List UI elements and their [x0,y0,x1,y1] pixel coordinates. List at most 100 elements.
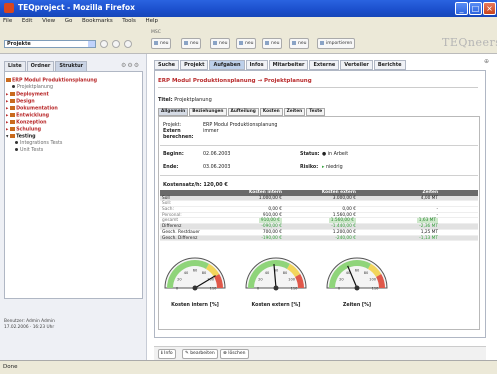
gauge-hub [354,285,360,291]
user-icon [265,40,269,45]
gauge-tick-label: 110 [210,287,218,291]
status-bar: Done [0,360,497,374]
new-button-2[interactable]: neu [181,38,202,49]
gauge-tick-label: 80 [202,271,207,275]
field-ende-value: 03.06.2003 [203,165,231,170]
field-beginn-label: Beginn: [163,152,184,157]
gauge-tick-label: 20 [339,278,344,282]
folder-icon [10,98,16,103]
tab-beziehungen[interactable]: Beziehungen [189,108,227,116]
tab-suche[interactable]: Suche [154,60,180,70]
window-title: TEQproject - Mozilla Firefox [18,3,135,12]
field-extern-value: immer [203,129,219,134]
folder-icon [10,120,16,125]
folder-icon [10,105,16,110]
tab-zeiten[interactable]: Zeiten [283,108,306,116]
plus-icon [239,40,243,45]
sidebar-tab-struktur[interactable]: Struktur [55,61,88,71]
menu-bookmarks[interactable]: Bookmarks [82,17,113,26]
tab-projekt[interactable]: Projekt [180,60,209,70]
minimize-button[interactable]: _ [455,2,468,15]
back-icon[interactable] [100,40,108,48]
tab-verteiler[interactable]: Verteiler [340,60,373,70]
tree-item-deployment[interactable]: ▸ Deployment [6,91,97,99]
gauge-tick-label: 100 [288,278,296,282]
divider [160,175,478,176]
tree-item-konzeption[interactable]: ▸ Konzeption [6,120,97,127]
new-button-1[interactable]: neu [151,38,172,49]
field-risiko-label: Risiko: [300,165,319,170]
calendar-icon [154,40,158,45]
tab-kosten[interactable]: Kosten [259,108,283,116]
tree-item-unit-tests[interactable]: Unit Tests [6,147,97,155]
gauge-dial: 020406080100110 [164,257,226,291]
new-button-4[interactable]: neu [236,38,257,49]
tab-texte[interactable]: Texte [306,108,326,116]
tree-item-entwicklung[interactable]: ▸ Entwicklung [6,112,97,120]
edit-button[interactable]: ✎ bearbeiten [182,349,218,359]
field-extern-label: Extern berechnen: [163,129,194,140]
tab-berichte[interactable]: Berichte [373,60,406,70]
divider [158,87,478,88]
gauge-hub [273,285,279,291]
folder-icon [10,112,16,117]
sidebar-settings-icons[interactable]: ⚙⚙⚙ [121,62,140,69]
new-button-5[interactable]: neu [262,38,283,49]
sidebar: Liste Ordner Struktur ⚙⚙⚙ ERP Modul Produk… [0,54,147,360]
task-title: Titel: Projektplanung [158,97,212,103]
kostensatz-header: Kostensatz/h: 120,00 € [163,182,228,188]
bullet-icon [15,141,18,145]
import-icon [320,40,324,45]
info-button[interactable]: ℹ Info [158,349,176,359]
import-button[interactable]: importieren [317,38,356,49]
tab-externe[interactable]: Externe [309,60,340,70]
menu-file[interactable]: File [3,17,12,26]
gauge-dial: 020406080100110 [326,257,388,291]
tree-item-schulung[interactable]: ▸ Schulung [6,127,97,134]
table-row: Gesch. Differenz -190,00 € -240,00 € -1,… [160,235,478,242]
gauge-kosten-extern: 0 20 40 60 80 100 110 Kosten extern [%] [241,244,311,308]
forward-icon[interactable] [112,40,120,48]
close-button[interactable]: × [483,2,496,15]
gauge-row: 0 20 40 60 80 100 110 Kosten intern [%] 0 20 40 6… [160,244,398,310]
tab-aufgaben[interactable]: Aufgaben [209,60,245,70]
tab-mitarbeiter[interactable]: Mitarbeiter [268,60,309,70]
document-icon [184,40,188,45]
delete-button[interactable]: ⊗ löschen [220,349,249,359]
tree-item-design[interactable]: ▸ Design [6,98,97,106]
menu-go[interactable]: Go [65,17,73,26]
menu-help[interactable]: Help [145,17,158,26]
firefox-icon [4,3,14,13]
sidebar-tab-ordner[interactable]: Ordner [26,61,55,71]
sidebar-tab-liste[interactable]: Liste [4,61,26,71]
menu-bar: File Edit View Go Bookmarks Tools Help [0,17,497,26]
tree-item-integration-tests[interactable]: Integrations Tests [6,141,97,148]
chevron-down-icon [88,41,95,47]
brand-logo: TEQneers [442,36,497,49]
field-projekt-value: ERP Modul Produktionsplanung [203,123,278,128]
menu-tools[interactable]: Tools [122,17,136,26]
new-button-6[interactable]: neu [289,38,310,49]
sidebar-tabs: Liste Ordner Struktur [4,61,88,71]
tab-infos[interactable]: Infos [245,60,268,70]
menu-edit[interactable]: Edit [22,17,33,26]
tree-item-projektplanung[interactable]: Projektplanung [6,85,97,92]
group-icon [292,40,296,45]
bullet-icon [12,85,15,89]
field-beginn-value: 02.06.2003 [203,152,231,157]
gauge-zeiten: 0 20 40 60 80 100 110 Zeiten [%] [322,244,392,308]
scroll-up-icon[interactable]: ⊕ [484,58,492,65]
session-info: Benutzer: Admin Admin 17.02.2006 · 16:23… [4,319,55,330]
maximize-button[interactable]: □ [469,2,482,15]
breadcrumb: ERP Modul Produktionsplanung → Projektpl… [158,78,312,84]
project-select[interactable]: Projekte [4,40,96,48]
gauge-hub [192,285,198,291]
menu-view[interactable]: View [42,17,55,26]
reload-icon[interactable] [124,40,132,48]
action-bar: ℹ Info ✎ bearbeiten ⊗ löschen [154,346,486,360]
new-button-3[interactable]: neu [210,38,231,49]
tab-aufteilung[interactable]: Aufteilung [227,108,259,116]
status-text: Done [3,364,18,370]
tab-allgemein[interactable]: Allgemein [158,108,189,116]
tree-item-dokumentation[interactable]: ▸ Dokumentation [6,105,97,113]
